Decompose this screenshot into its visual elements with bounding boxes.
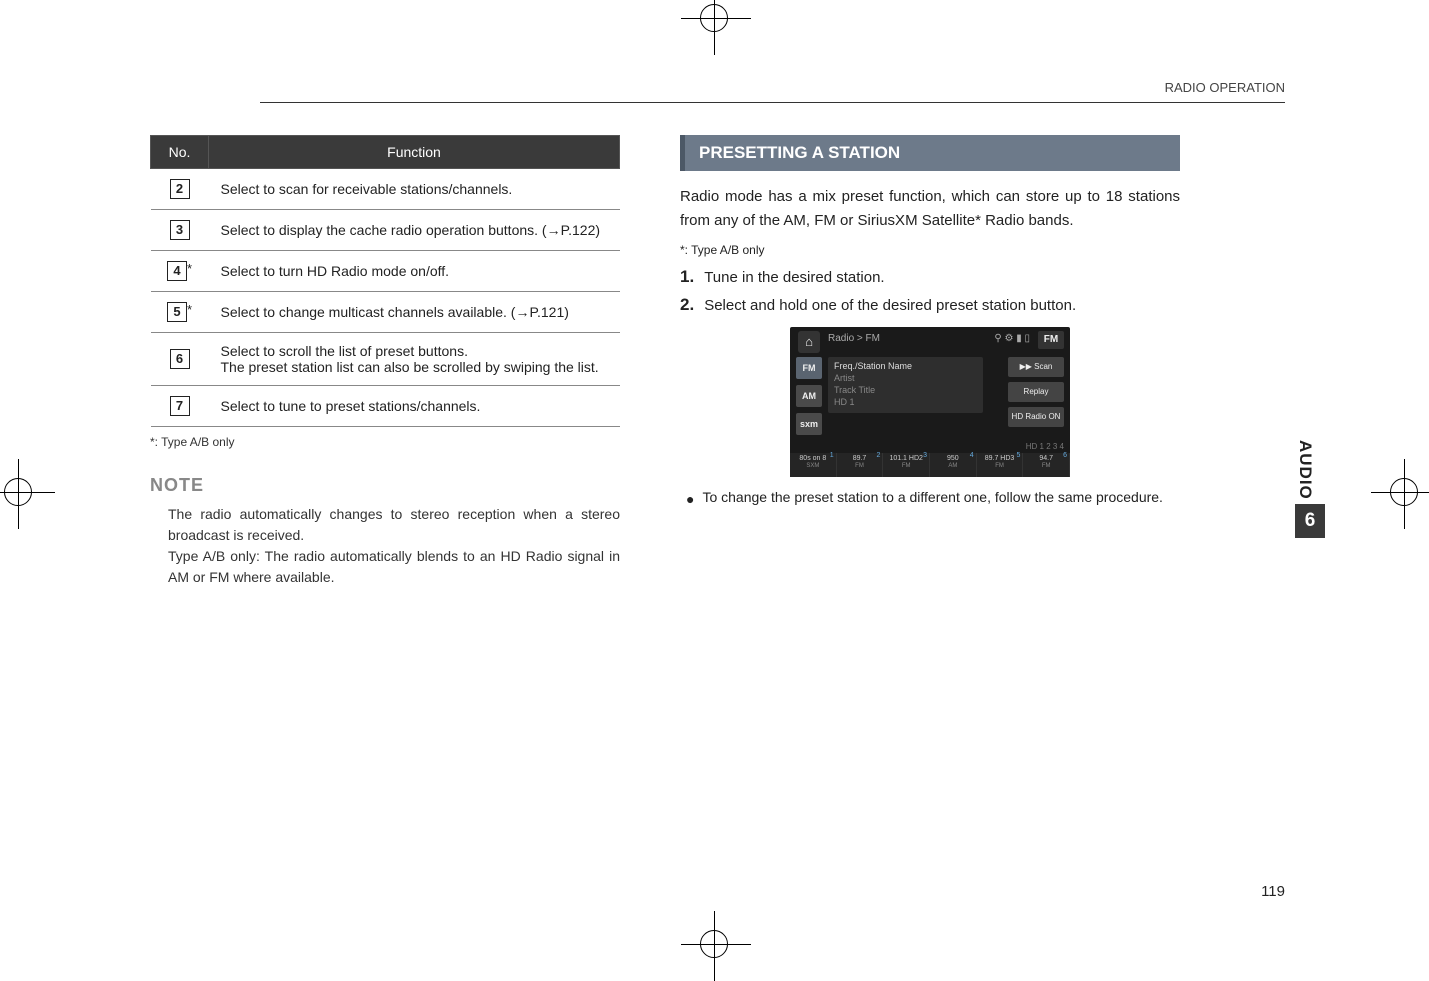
table-row: 7 Select to tune to preset stations/chan… [151,386,620,427]
table-row: 2 Select to scan for receivable stations… [151,169,620,210]
source-tabs: FM AM sxm [796,357,822,441]
track-label: Track Title [834,385,977,395]
th-function: Function [209,136,620,169]
page-number: 119 [1261,883,1285,900]
hd-multicast-indicator: HD 1 2 3 4 [1026,442,1064,451]
fn-text: Select to change multicast channels avai… [209,292,620,333]
status-icons: ⚲ ⚙ ▮ ▯ [994,333,1030,344]
note-l2: Type A/B only: The radio automatically b… [168,546,620,588]
chapter-number: 6 [1295,504,1325,538]
crop-mark-right [1390,478,1418,506]
step-number: 2. [680,295,694,315]
chapter-label: AUDIO [1295,440,1315,500]
note-l1: The radio automatically changes to stere… [168,504,620,546]
crop-mark-bottom [700,930,728,958]
footnote-right: *: Type A/B only [680,243,1180,257]
section-heading: PRESETTING A STATION [680,135,1180,171]
right-column: PRESETTING A STATION Radio mode has a mi… [680,135,1180,588]
function-table: No. Function 2 Select to scan for receiv… [150,135,620,427]
fn-text: Select to display the cache radio operat… [209,210,620,251]
tab-am[interactable]: AM [796,385,822,407]
step-1: 1. Tune in the desired station. [680,267,1180,287]
step-number: 1. [680,267,694,287]
left-column: No. Function 2 Select to scan for receiv… [150,135,620,588]
hd-channel: HD 1 [834,397,977,407]
artist-label: Artist [834,373,977,383]
callout-box-2: 2 [170,179,190,199]
callout-box-7: 7 [170,396,190,416]
preset-button[interactable]: 3 101.1 HD2 FM [883,453,930,477]
tab-fm[interactable]: FM [796,357,822,379]
footnote-left: *: Type A/B only [150,435,620,449]
hd-radio-toggle[interactable]: HD Radio ON [1008,407,1064,427]
bullet-text: To change the preset station to a differ… [702,489,1162,505]
fn-text: Select to scan for receivable stations/c… [209,169,620,210]
header-rule [260,102,1285,103]
chapter-tab: AUDIO 6 [1295,440,1325,538]
step-2: 2. Select and hold one of the desired pr… [680,295,1180,315]
step-text: Tune in the desired station. [704,269,884,286]
fn-text: Select to turn HD Radio mode on/off. [209,251,620,292]
preset-button[interactable]: 1 80s on 8 SXM [790,453,837,477]
radio-screenshot: ⌂ Radio > FM ⚲ ⚙ ▮ ▯ FM FM AM sxm Freq./… [790,327,1070,477]
fn-text: Select to tune to preset stations/channe… [209,386,620,427]
preset-button[interactable]: 2 89.7 FM [837,453,884,477]
scan-button[interactable]: ▶▶ Scan [1008,357,1064,377]
table-row: 4* Select to turn HD Radio mode on/off. [151,251,620,292]
bullet-note: ● To change the preset station to a diff… [680,489,1180,510]
page-content: RADIO OPERATION No. Function 2 Select to… [150,80,1285,860]
intro-text: Radio mode has a mix preset function, wh… [680,185,1180,233]
th-no: No. [151,136,209,169]
crop-mark-top [700,4,728,32]
preset-button[interactable]: 4 950 AM [930,453,977,477]
preset-button[interactable]: 5 89.7 HD3 FM [977,453,1024,477]
callout-box-3: 3 [170,220,190,240]
header-breadcrumb: RADIO OPERATION [1165,80,1285,95]
station-name: Freq./Station Name [834,361,977,371]
step-list: 1. Tune in the desired station. 2. Selec… [680,267,1180,315]
replay-button[interactable]: Replay [1008,382,1064,402]
right-buttons: ▶▶ Scan Replay HD Radio ON [1008,357,1064,432]
preset-button[interactable]: 6 94.7 FM [1023,453,1070,477]
step-text: Select and hold one of the desired prese… [704,297,1076,314]
breadcrumb: Radio > FM [828,333,880,344]
table-row: 6 Select to scroll the list of preset bu… [151,333,620,386]
note-heading: NOTE [150,475,620,496]
tab-sxm[interactable]: sxm [796,413,822,435]
note-body: The radio automatically changes to stere… [150,504,620,588]
fn-text: Select to scroll the list of preset butt… [209,333,620,386]
now-playing-panel: Freq./Station Name Artist Track Title HD… [828,357,983,413]
preset-bar: 1 80s on 8 SXM 2 89.7 FM 3 101.1 HD2 FM [790,453,1070,477]
bullet-dot-icon: ● [686,489,694,510]
source-badge[interactable]: FM [1038,331,1064,349]
home-icon[interactable]: ⌂ [798,331,820,353]
callout-box-5: 5 [167,302,187,322]
crop-mark-left [4,478,32,506]
table-row: 3 Select to display the cache radio oper… [151,210,620,251]
table-row: 5* Select to change multicast channels a… [151,292,620,333]
callout-box-4: 4 [167,261,187,281]
callout-box-6: 6 [170,349,190,369]
